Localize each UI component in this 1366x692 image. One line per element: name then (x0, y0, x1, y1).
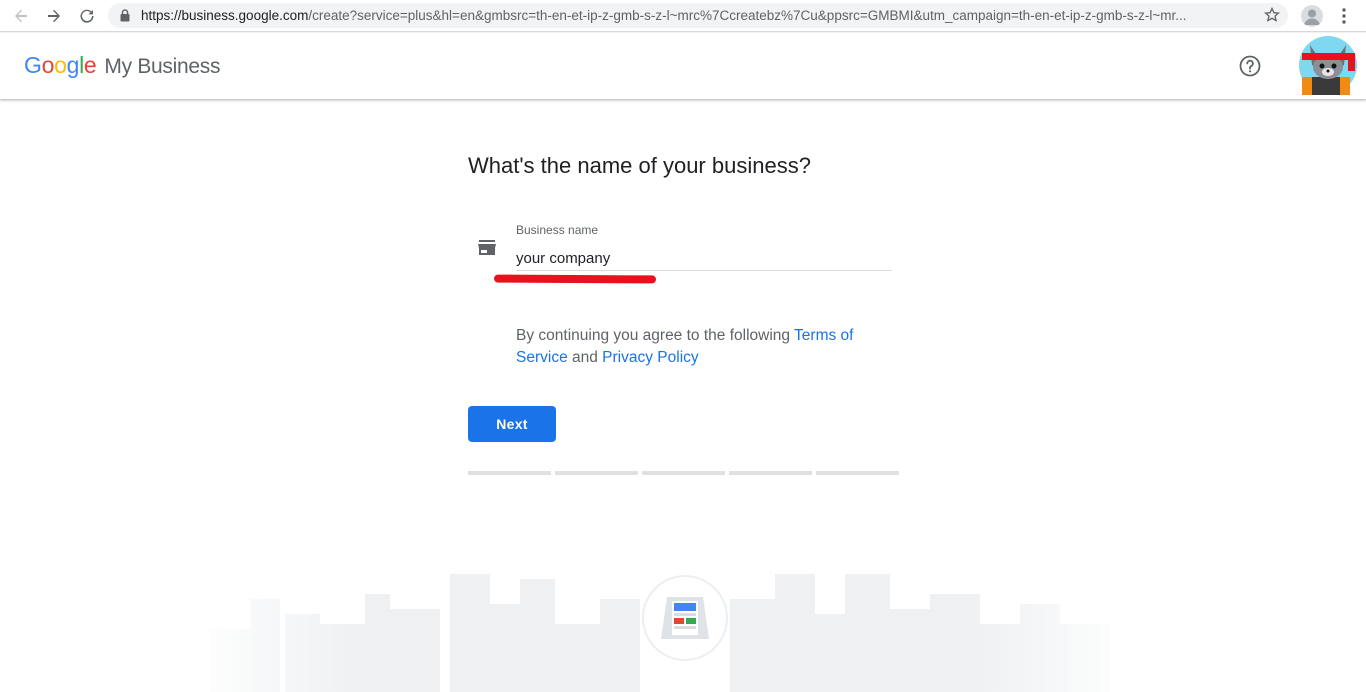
product-name: My Business (104, 55, 221, 78)
privacy-policy-link[interactable]: Privacy Policy (602, 349, 698, 366)
progress-step (555, 471, 638, 475)
business-name-label: Business name (516, 223, 599, 237)
storefront-icon (477, 239, 497, 262)
terms-prefix: By continuing you agree to the following (516, 327, 795, 344)
logo-letter: e (83, 52, 97, 78)
app-header: Google My Business (0, 33, 1366, 99)
google-my-business-logo[interactable]: Google My Business (24, 52, 220, 79)
page-title: What's the name of your business? (468, 153, 811, 178)
kebab-menu-icon[interactable] (1336, 5, 1352, 27)
create-business-page: What's the name of your business? Busine… (0, 99, 1366, 692)
progress-step (468, 471, 551, 475)
browser-toolbar: https://business.google.com/create?servi… (0, 0, 1366, 32)
url-path: /create?service=plus&hl=en&gmbsrc=th-en-… (308, 8, 1187, 23)
business-name-input[interactable] (516, 246, 892, 271)
url-text: https://business.google.com/create?servi… (141, 7, 1249, 24)
progress-step (642, 471, 725, 475)
progress-steps (468, 471, 899, 475)
lock-icon (120, 9, 130, 27)
back-arrow-icon[interactable] (10, 5, 32, 27)
annotation-underline (493, 274, 657, 284)
progress-step (816, 471, 899, 475)
cat-avatar[interactable] (1298, 35, 1360, 95)
help-circle-icon[interactable] (1238, 54, 1262, 78)
terms-middle: and (567, 349, 603, 366)
logo-letter: o (41, 52, 55, 78)
logo-letter: o (54, 52, 67, 78)
storefront-badge-illustration (642, 575, 728, 661)
logo-letter: g (66, 52, 80, 78)
logo-letter: G (24, 52, 42, 78)
url-host: https://business.google.com (141, 8, 309, 23)
profile-icon[interactable] (1301, 5, 1323, 27)
progress-step (729, 471, 812, 475)
reload-icon[interactable] (76, 5, 98, 27)
next-button[interactable]: Next (468, 406, 556, 442)
star-icon[interactable] (1263, 6, 1281, 28)
forward-arrow-icon[interactable] (43, 5, 65, 27)
terms-notice: By continuing you agree to the following… (516, 325, 896, 369)
address-bar[interactable]: https://business.google.com/create?servi… (108, 3, 1288, 28)
